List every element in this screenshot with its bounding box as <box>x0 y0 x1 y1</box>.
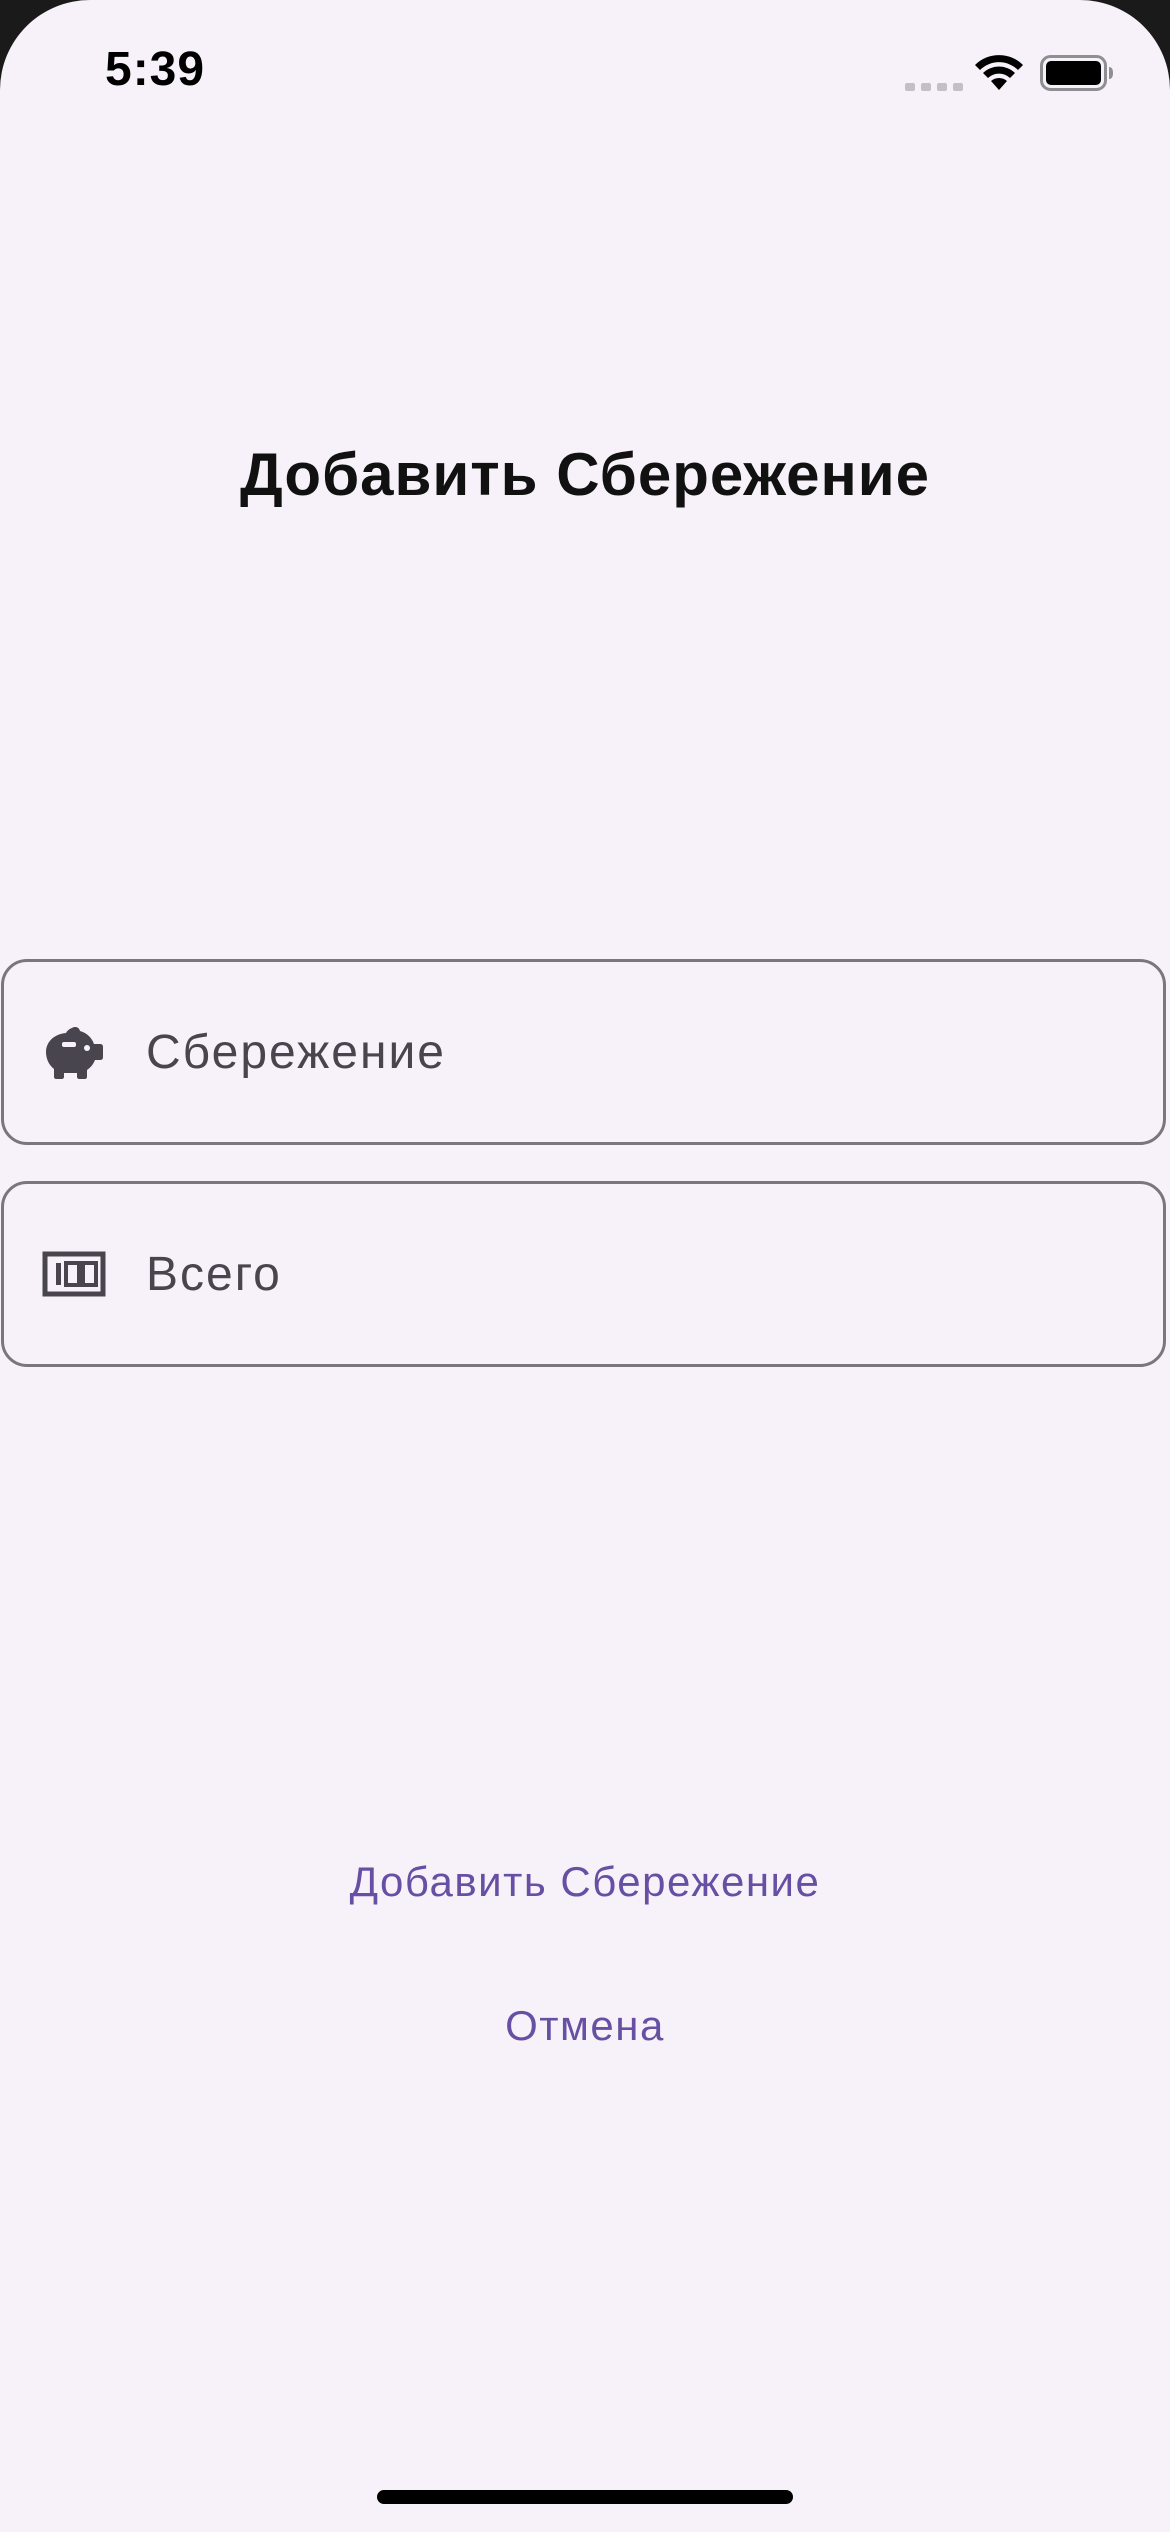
numbers-icon <box>42 1251 106 1297</box>
status-bar: 5:39 <box>0 0 1170 150</box>
total-input[interactable] <box>146 1214 1126 1334</box>
page-title: Добавить Сбережение <box>239 441 931 508</box>
add-saving-button[interactable]: Добавить Сбережение <box>0 1852 1170 1912</box>
wifi-icon <box>975 55 1023 90</box>
cellular-signal-icon <box>905 83 963 91</box>
saving-input[interactable] <box>146 992 1126 1112</box>
cancel-button[interactable]: Отмена <box>0 1996 1170 2056</box>
total-field[interactable] <box>1 1181 1166 1367</box>
app-screen: 5:39 Добавить Сбережение Сбережение Всег… <box>0 0 1170 2532</box>
home-indicator[interactable] <box>377 2490 793 2504</box>
battery-icon <box>1040 55 1113 91</box>
status-time: 5:39 <box>105 43 206 96</box>
saving-field[interactable] <box>1 959 1166 1145</box>
piggy-bank-icon <box>46 1027 103 1079</box>
